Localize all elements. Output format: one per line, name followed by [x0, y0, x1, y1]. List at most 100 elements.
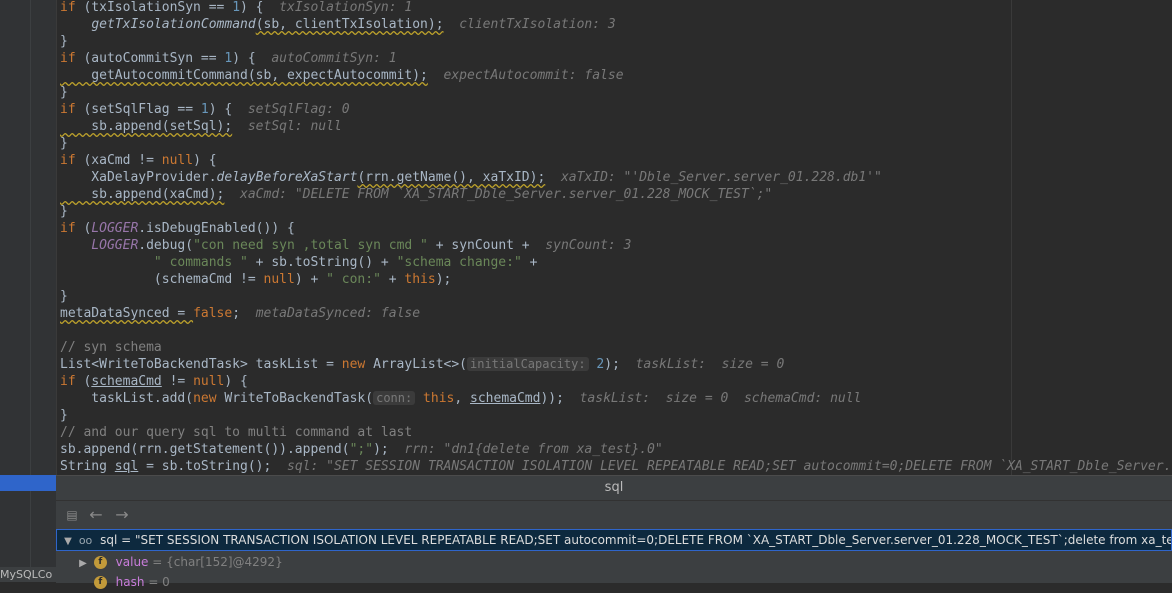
code-token: sb.append(xaCmd);: [60, 187, 225, 202]
right-margin-guide: [1011, 0, 1012, 475]
code-token: ) {: [232, 51, 272, 66]
code-token: }: [60, 289, 68, 304]
inline-debug-value: xaTxID: "'Dble_Server.server_01.228.db1'…: [560, 170, 882, 185]
code-token: ) {: [193, 153, 217, 168]
code-line[interactable]: if (autoCommitSyn == 1) { autoCommitSyn:…: [60, 50, 397, 67]
variable-row-value[interactable]: ▶ f value = {char[152]@4292}: [56, 551, 1172, 573]
inline-debug-value: setSqlFlag: 0: [247, 102, 350, 117]
back-icon[interactable]: ←: [86, 505, 106, 525]
code-token: + synCount +: [427, 238, 530, 253]
code-line[interactable]: sb.append(xaCmd); xaCmd: "DELETE FROM `X…: [60, 186, 772, 203]
code-token: taskList.add(: [60, 391, 194, 406]
forward-icon[interactable]: →: [112, 505, 132, 525]
code-token: delayBeforeXaStart: [216, 170, 358, 185]
code-line[interactable]: // and our query sql to multi command at…: [60, 424, 412, 441]
variable-row-hash[interactable]: f hash = 0: [56, 571, 1172, 593]
code-line[interactable]: }: [60, 135, 68, 152]
code-token: }: [60, 85, 68, 100]
code-token: if: [60, 374, 76, 389]
code-token: if: [60, 153, 76, 168]
code-token: schemaCmd: [470, 391, 541, 406]
code-token: +: [521, 255, 538, 270]
code-token: .debug(: [138, 238, 194, 253]
code-token: ) {: [208, 102, 248, 117]
field-value: = {char[152]@4292}: [152, 555, 283, 569]
code-line[interactable]: sb.append(rrn.getStatement()).append(";"…: [60, 441, 663, 458]
code-line[interactable]: getTxIsolationCommand(sb, clientTxIsolat…: [60, 16, 616, 33]
code-token: );: [435, 272, 452, 287]
code-line[interactable]: " commands " + sb.toString() + "schema c…: [60, 254, 538, 271]
inline-debug-value: clientTxIsolation: 3: [459, 17, 616, 32]
layout-icon[interactable]: ▤: [62, 505, 82, 525]
panel-title: sql: [56, 476, 1172, 501]
code-token: ));: [540, 391, 580, 406]
code-line[interactable]: if (txIsolationSyn == 1) { txIsolationSy…: [60, 0, 412, 16]
code-token: String: [60, 459, 115, 474]
code-token: false: [193, 306, 233, 321]
variable-row-sql[interactable]: ▼ oo sql = "SET SESSION TRANSACTION ISOL…: [56, 529, 1172, 551]
code-line[interactable]: metaDataSynced = false; metaDataSynced: …: [60, 305, 420, 322]
inline-debug-value: xaCmd: "DELETE FROM `XA_START_Dble_Serve…: [240, 187, 773, 202]
code-line[interactable]: (schemaCmd != null) + " con:" + this);: [60, 271, 451, 288]
code-token: // and our query sql to multi command at…: [60, 425, 413, 440]
code-token: ArrayList<>(: [365, 357, 467, 372]
field-name: value: [115, 555, 149, 569]
inline-debug-value: sql: "SET SESSION TRANSACTION ISOLATION …: [287, 459, 1172, 474]
watch-glasses-icon: oo: [78, 534, 93, 547]
code-token: + sb.toString() +: [247, 255, 397, 270]
code-line[interactable]: if (setSqlFlag == 1) { setSqlFlag: 0: [60, 101, 350, 118]
field-icon: f: [93, 556, 107, 569]
code-token: if: [60, 51, 76, 66]
code-token: }: [60, 204, 68, 219]
code-line[interactable]: taskList.add(new WriteToBackendTask(conn…: [60, 390, 861, 407]
code-line[interactable]: // syn schema: [60, 339, 162, 356]
field-icon: f: [93, 576, 107, 589]
code-line[interactable]: if (LOGGER.isDebugEnabled()) {: [60, 220, 295, 237]
code-line[interactable]: }: [60, 288, 68, 305]
code-token: LOGGER: [91, 221, 139, 236]
code-line[interactable]: }: [60, 33, 68, 50]
inline-debug-value: taskList: size = 0: [635, 357, 785, 372]
code-token: (rrn.getName(), xaTxID);: [357, 170, 546, 185]
editor-gutter[interactable]: [0, 0, 57, 582]
collapse-triangle-icon[interactable]: ▼: [61, 532, 75, 550]
code-line[interactable]: }: [60, 84, 68, 101]
code-token: = sb.toString();: [138, 459, 287, 474]
code-line[interactable]: XaDelayProvider.delayBeforeXaStart(rrn.g…: [60, 169, 882, 186]
code-line[interactable]: if (schemaCmd != null) {: [60, 373, 248, 390]
code-line[interactable]: if (xaCmd != null) {: [60, 152, 217, 169]
code-token: ) {: [240, 0, 280, 15]
code-token: XaDelayProvider.: [60, 170, 217, 185]
code-token: WriteToBackendTask(: [216, 391, 374, 406]
code-token: ";": [349, 442, 374, 457]
mysql-console-tab[interactable]: MySQLCo: [0, 567, 56, 582]
code-line[interactable]: List<WriteToBackendTask> taskList = new …: [60, 356, 784, 373]
code-token: List<WriteToBackendTask> taskList =: [60, 357, 342, 372]
code-line[interactable]: String sql = sb.toString(); sql: "SET SE…: [60, 458, 1172, 475]
code-token: (xaCmd !=: [75, 153, 162, 168]
inline-debug-value: setSql: null: [247, 119, 342, 134]
inline-debug-value: synCount: 3: [545, 238, 632, 253]
code-editor[interactable]: if (txIsolationSyn == 1) { txIsolationSy…: [56, 0, 1172, 475]
code-line[interactable]: sb.append(setSql); setSql: null: [60, 118, 342, 135]
code-token: !=: [161, 374, 194, 389]
code-token: new: [193, 391, 217, 406]
code-line[interactable]: }: [60, 203, 68, 220]
code-line[interactable]: LOGGER.debug("con need syn ,total syn cm…: [60, 237, 631, 254]
code-token: (txIsolationSyn ==: [75, 0, 233, 15]
code-token: }: [60, 408, 68, 423]
code-token: (autoCommitSyn ==: [75, 51, 225, 66]
code-line[interactable]: getAutocommitCommand(sb, expectAutocommi…: [60, 67, 623, 84]
code-token: 1: [200, 102, 209, 117]
code-line[interactable]: }: [60, 407, 68, 424]
panel-toolbar: ▤ ← →: [56, 501, 1172, 529]
code-token: );: [373, 442, 405, 457]
code-token: (: [75, 221, 92, 236]
code-token: (sb, clientTxIsolation);: [255, 17, 444, 32]
